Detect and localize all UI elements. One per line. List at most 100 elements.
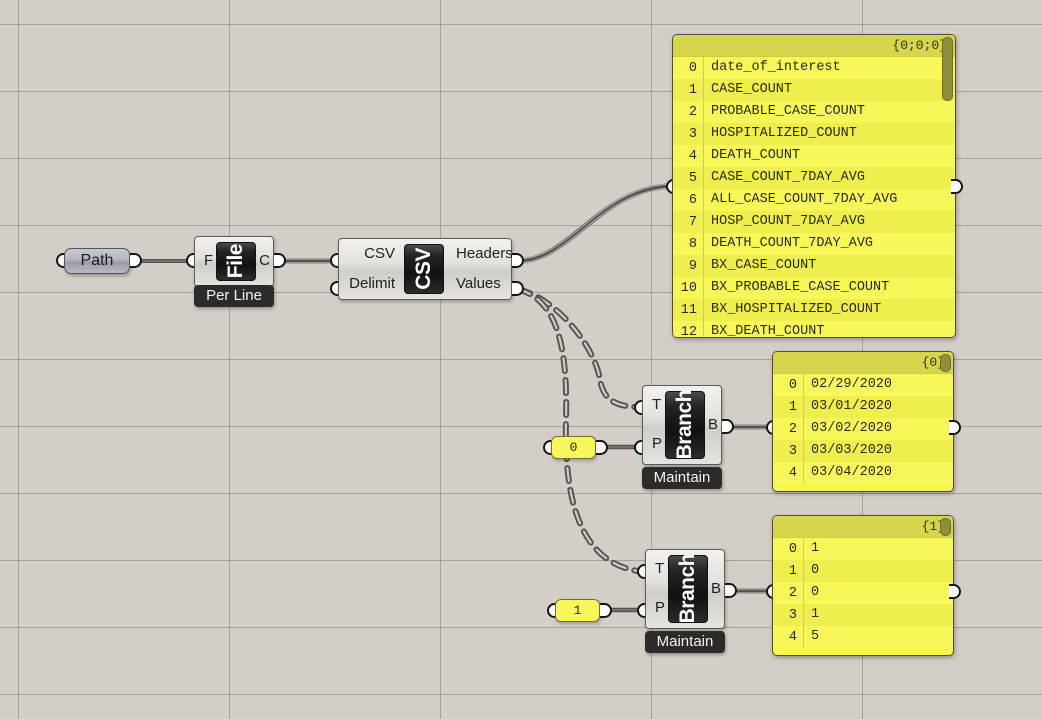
headers-panel[interactable]: {0;0;0} 0date_of_interest1CASE_COUNT2PRO… (672, 34, 956, 338)
counts-panel-output-knob[interactable] (949, 584, 961, 599)
panel-row: 31 (773, 604, 953, 626)
panel-row-value: BX_DEATH_COUNT (703, 321, 955, 338)
csv-output-Headers-label: Headers (456, 246, 513, 263)
panel-row-index: 0 (773, 378, 803, 393)
path-param-label: Path (81, 252, 114, 270)
panel-row-value: HOSPITALIZED_COUNT (703, 123, 955, 145)
dates-panel-body: 002/29/2020103/01/2020203/02/2020303/03/… (773, 374, 953, 484)
wire-values-to-branch-a (518, 289, 636, 407)
dates-panel-path-label: {0} (773, 352, 953, 374)
panel-row-index: 3 (673, 127, 703, 142)
dates-panel-output-knob[interactable] (949, 420, 961, 435)
grasshopper-canvas[interactable]: Path F File C Per Line CSV Delimit CSV H… (0, 0, 1042, 719)
panel-row-index: 4 (773, 630, 803, 645)
panel-row-value: BX_HOSPITALIZED_COUNT (703, 299, 955, 321)
csv-output-Values-label: Values (456, 276, 501, 293)
panel-row-index: 1 (673, 83, 703, 98)
index-param-a[interactable]: 0 (551, 436, 596, 459)
branch-b-component[interactable]: T P Branch B (645, 549, 725, 629)
panel-row-value: BX_PROBABLE_CASE_COUNT (703, 277, 955, 299)
branch-a-output-B-knob[interactable] (722, 419, 734, 434)
csv-input-Delimit-label: Delimit (349, 276, 395, 293)
file-component[interactable]: F File C (194, 236, 274, 287)
panel-row: 002/29/2020 (773, 374, 953, 396)
panel-row-index: 5 (673, 171, 703, 186)
dates-panel[interactable]: {0} 002/29/2020103/01/2020203/02/2020303… (772, 351, 954, 492)
counts-panel-path-label: {1} (773, 516, 953, 538)
panel-row-value: 03/03/2020 (803, 440, 953, 462)
panel-row-index: 9 (673, 259, 703, 274)
counts-panel-column-separator (803, 538, 804, 648)
csv-icon: CSV (404, 244, 444, 294)
counts-panel[interactable]: {1} 0110203145 (772, 515, 954, 656)
panel-row-value: DEATH_COUNT (703, 145, 955, 167)
panel-row: 0date_of_interest (673, 57, 955, 79)
panel-row-value: 03/01/2020 (803, 396, 953, 418)
counts-panel-rows: 0110203145 (773, 538, 953, 648)
branch-b-icon: Branch (668, 555, 708, 623)
panel-row-index: 0 (673, 61, 703, 76)
panel-row: 11BX_HOSPITALIZED_COUNT (673, 299, 955, 321)
panel-row-index: 3 (773, 444, 803, 459)
panel-row-value: CASE_COUNT (703, 79, 955, 101)
branch-b-component-tag: Maintain (645, 631, 725, 653)
panel-row: 45 (773, 626, 953, 648)
path-param-output-knob[interactable] (130, 253, 142, 268)
panel-row: 6ALL_CASE_COUNT_7DAY_AVG (673, 189, 955, 211)
panel-row-value: 02/29/2020 (803, 374, 953, 396)
panel-row-index: 10 (673, 281, 703, 296)
panel-row: 01 (773, 538, 953, 560)
panel-row-index: 7 (673, 215, 703, 230)
file-input-F-label: F (204, 253, 213, 270)
csv-output-Values-knob[interactable] (512, 281, 524, 296)
headers-panel-path-label: {0;0;0} (673, 35, 955, 57)
panel-row: 403/04/2020 (773, 462, 953, 484)
headers-panel-scrollbar[interactable] (942, 37, 953, 101)
branch-a-output-B-label: B (708, 417, 718, 434)
file-output-C-knob[interactable] (274, 253, 286, 268)
dates-panel-scrollbar[interactable] (940, 354, 951, 372)
dates-panel-column-separator (803, 374, 804, 484)
headers-panel-rows: 0date_of_interest1CASE_COUNT2PROBABLE_CA… (673, 57, 955, 338)
counts-panel-body: 0110203145 (773, 538, 953, 648)
panel-row: 1CASE_COUNT (673, 79, 955, 101)
panel-row: 2PROBABLE_CASE_COUNT (673, 101, 955, 123)
branch-b-input-T-label: T (655, 561, 664, 578)
csv-input-CSV-label: CSV (364, 246, 395, 263)
panel-row-index: 2 (773, 586, 803, 601)
index-param-a-output-knob[interactable] (596, 440, 608, 455)
branch-b-output-B-label: B (711, 581, 721, 598)
panel-row: 5CASE_COUNT_7DAY_AVG (673, 167, 955, 189)
csv-output-Headers-knob[interactable] (512, 253, 524, 268)
branch-a-component-tag: Maintain (642, 467, 722, 489)
panel-row-index: 1 (773, 564, 803, 579)
csv-component[interactable]: CSV Delimit CSV Headers Values (338, 238, 512, 300)
panel-row-index: 1 (773, 400, 803, 415)
panel-row-index: 6 (673, 193, 703, 208)
panel-row-index: 11 (673, 303, 703, 318)
panel-row-value: 0 (803, 582, 953, 604)
panel-row: 7HOSP_COUNT_7DAY_AVG (673, 211, 955, 233)
headers-panel-column-separator (703, 57, 704, 338)
path-param[interactable]: Path (64, 248, 130, 274)
panel-row: 9BX_CASE_COUNT (673, 255, 955, 277)
panel-row-index: 0 (773, 542, 803, 557)
index-param-b-output-knob[interactable] (600, 603, 612, 618)
panel-row-index: 2 (673, 105, 703, 120)
panel-row-value: 5 (803, 626, 953, 648)
panel-row-index: 3 (773, 608, 803, 623)
panel-row: 12BX_DEATH_COUNT (673, 321, 955, 338)
panel-row: 4DEATH_COUNT (673, 145, 955, 167)
index-param-b[interactable]: 1 (555, 599, 600, 622)
branch-b-output-B-knob[interactable] (725, 583, 737, 598)
panel-row-value: 0 (803, 560, 953, 582)
panel-row-value: CASE_COUNT_7DAY_AVG (703, 167, 955, 189)
panel-row: 203/02/2020 (773, 418, 953, 440)
panel-row-value: BX_CASE_COUNT (703, 255, 955, 277)
panel-row: 303/03/2020 (773, 440, 953, 462)
counts-panel-scrollbar[interactable] (940, 518, 951, 536)
branch-a-component[interactable]: T P Branch B (642, 385, 722, 465)
panel-row: 20 (773, 582, 953, 604)
headers-panel-output-knob[interactable] (951, 179, 963, 194)
dates-panel-rows: 002/29/2020103/01/2020203/02/2020303/03/… (773, 374, 953, 484)
